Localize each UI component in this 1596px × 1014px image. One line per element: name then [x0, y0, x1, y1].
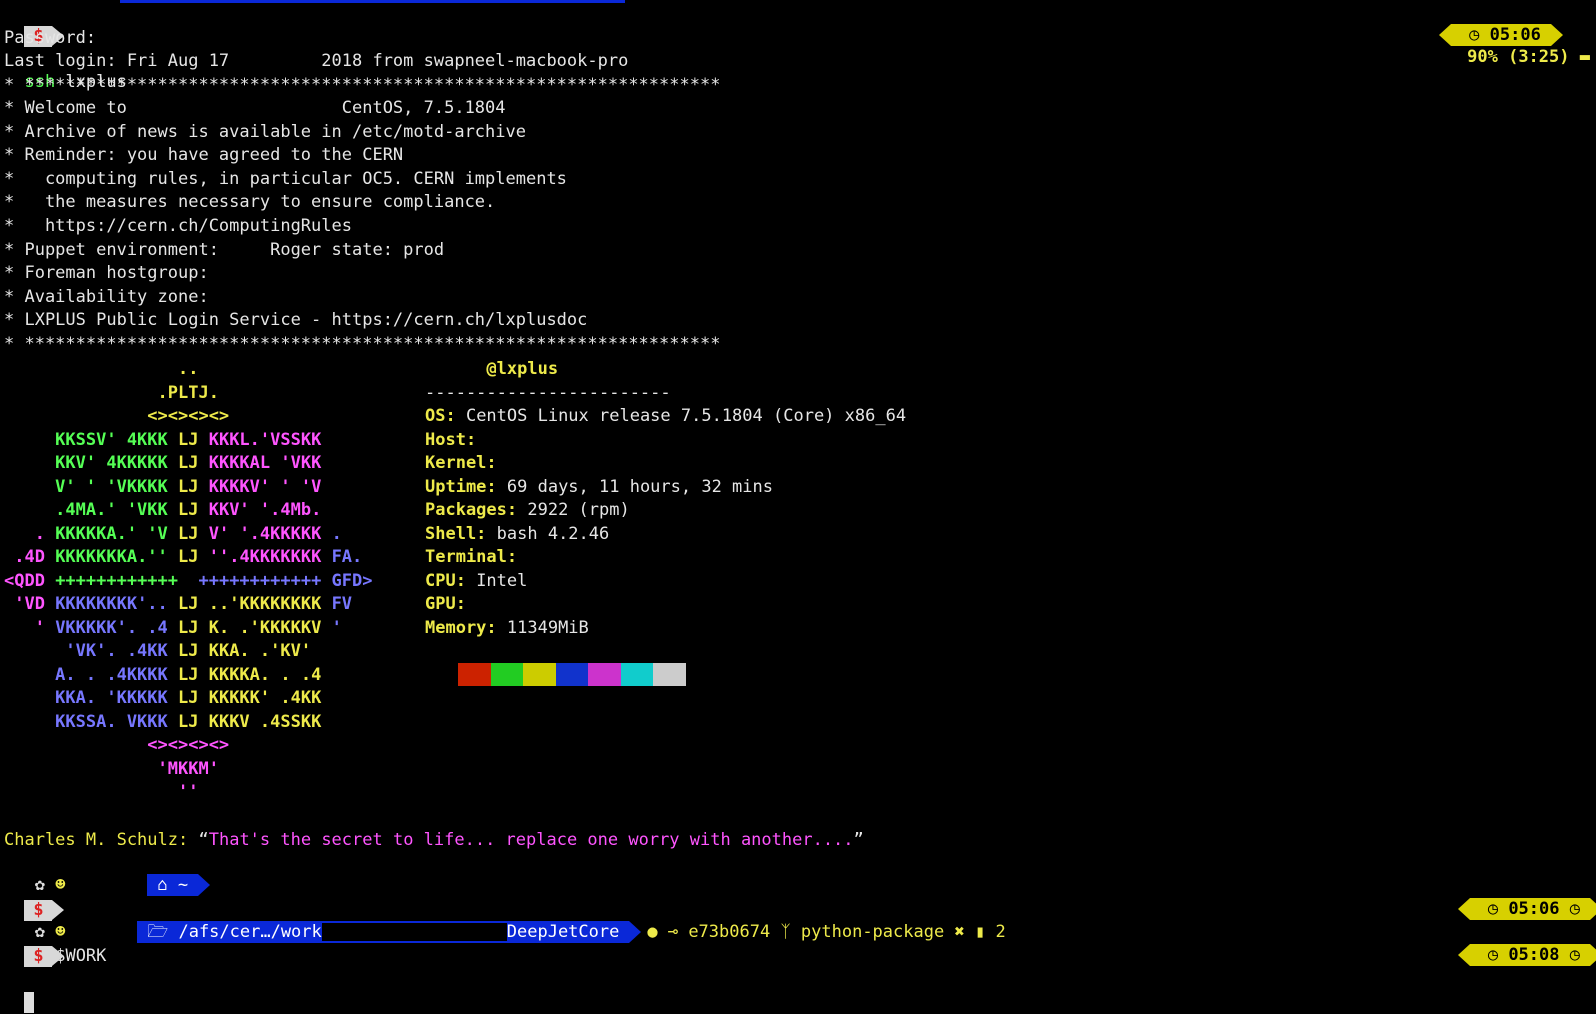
clock-time: 05:08 [1508, 945, 1560, 965]
clock-icon: ◷ [1569, 899, 1580, 919]
info-divider: ------------------------ [425, 382, 671, 403]
packages-key: Packages: [425, 500, 518, 520]
uptime-key: Uptime: [425, 476, 497, 497]
quote-author: Charles M. Schulz: [4, 830, 189, 850]
motd-line: * LXPLUS Public Login Service - https://… [4, 310, 588, 330]
motd-line: Last login: Fri Aug 17 2018 from swapnee… [4, 51, 629, 71]
clock-icon: ◷ [1487, 945, 1499, 965]
color-swatch [653, 663, 686, 686]
branch-icon: ᛉ [780, 922, 791, 942]
clock-icon: ◷ [1469, 25, 1480, 45]
clock-badge: ◷ 05:06 [1439, 24, 1563, 46]
shell-value: bash 4.2.46 [486, 523, 610, 544]
quote-text: That's the secret to life... replace one… [208, 830, 854, 850]
commit-hash: e73b0674 [688, 922, 771, 942]
user-host: @lxplus [486, 359, 559, 379]
color-swatch [523, 663, 556, 686]
dirty-icon: ✖ [954, 922, 965, 942]
quote-line: Charles M. Schulz: “That's the secret to… [4, 829, 864, 852]
quote-close: ” [853, 830, 864, 850]
quote-open: “ [198, 830, 209, 850]
clock-icon: ◷ [1569, 945, 1580, 965]
motd-line: * https://cern.ch/ComputingRules [4, 216, 352, 236]
motd-line: * Welcome to CentOS, 7.5.1804 [4, 98, 506, 118]
path-right: DeepJetCore [506, 922, 620, 942]
memory-value: 11349MiB [496, 617, 589, 638]
uptime-value: 69 days, 11 hours, 32 mins [496, 476, 773, 497]
color-palette [458, 663, 686, 686]
home-path-badge: ⌂ ~ [147, 874, 210, 896]
prompt-line-ssh: $ ssh lxplus [4, 2, 127, 92]
path-left: /afs/cer…/work [178, 922, 322, 942]
status-bar-cd: ◷ 05:06 ◷ [1449, 876, 1596, 920]
packages-value: 2922 (rpm) [517, 500, 630, 520]
motd-line: * Puppet environment: Roger state: prod [4, 240, 445, 260]
battery-status: 90% (3:25) [1467, 47, 1570, 67]
motd-line: * Reminder: you have agreed to the CERN [4, 145, 404, 165]
motd-line: * computing rules, in particular OC5. CE… [4, 169, 567, 189]
cpu-key: CPU: [425, 570, 466, 591]
os-key: OS: [425, 406, 456, 426]
git-icon: ● ⊸ [647, 922, 689, 942]
motd-line: * **************************************… [4, 75, 721, 95]
clock-time: 05:06 [1508, 899, 1560, 919]
host-key: Host: [425, 429, 477, 450]
motd-line: * Archive of news is available in /etc/m… [4, 122, 526, 142]
centos-ascii-logo: .. .PLTJ. <><><><> KKSSV' 4KKK LJ KKKL.'… [4, 359, 373, 802]
home-icon: ⌂ [157, 875, 168, 895]
memory-key: Memory: [425, 617, 497, 638]
status-bar-current: ◷ 05:08 ◷ [1449, 922, 1596, 966]
battery-icon: ▬ [1579, 47, 1590, 67]
color-swatch [458, 663, 491, 686]
os-value: CentOS Linux release 7.5.1804 (Core) x86… [455, 406, 907, 426]
color-swatch [490, 663, 523, 686]
motd-line: * Foreman hostgroup: [4, 263, 209, 283]
prompt-badge: $ [24, 945, 65, 967]
text-cursor[interactable] [24, 991, 35, 1013]
user-icon: ☻ [55, 922, 66, 942]
prompt-line-current[interactable]: $ [4, 922, 65, 1013]
clock-time: 05:06 [1489, 25, 1541, 45]
motd-line: Password: [4, 28, 97, 48]
motd-line: * **************************************… [4, 334, 721, 354]
terminal-key: Terminal: [425, 547, 518, 567]
path-badge: 🗁 /afs/cer…/work DeepJetCore [137, 921, 642, 943]
clock-icon: ◷ [1487, 899, 1499, 919]
branch-name: python-package [800, 922, 945, 942]
shell-key: Shell: [425, 523, 487, 544]
status-bar-top: ◷ 05:06 90% (3:25) ▬ [1431, 2, 1590, 67]
tab-indicator [120, 0, 625, 3]
system-info: @lxplus ------------------------ OS: Cen… [425, 358, 906, 640]
color-swatch [555, 663, 588, 686]
cpu-value: Intel [465, 570, 528, 591]
kernel-key: Kernel: [425, 453, 497, 473]
color-swatch [588, 663, 621, 686]
stash-count: 2 [995, 922, 1006, 942]
gpu-key: GPU: [425, 594, 466, 614]
prompt-status-line: ✿ ☻ ⌂ ~ [4, 852, 210, 896]
prompt-git-line: ✿ ☻ 🗁 /afs/cer…/work DeepJetCore ● ⊸ e73b0… [4, 899, 1006, 943]
motd-line: * the measures necessary to ensure compl… [4, 192, 496, 212]
stash-icon: ▮ [974, 922, 986, 942]
folder-icon: 🗁 [147, 922, 169, 942]
prompt-line-cd: $ cd $WORK [4, 876, 106, 966]
color-swatch [620, 663, 653, 686]
motd-line: * Availability zone: [4, 287, 209, 307]
